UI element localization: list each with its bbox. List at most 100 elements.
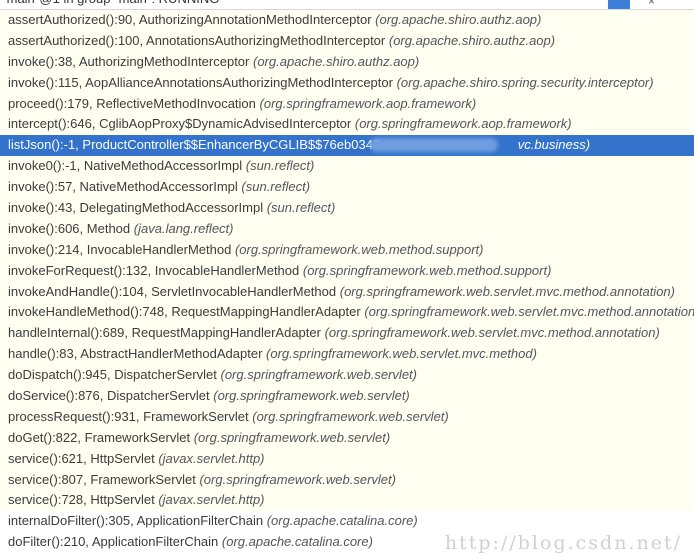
frame-package: (javax.servlet.http) <box>158 492 265 508</box>
frame-class: FrameworkServlet <box>143 408 249 424</box>
frame-method: proceed():179, <box>8 95 93 111</box>
debugger-frames-panel: "main"@1 in group "main": RUNNING × asse… <box>0 0 694 560</box>
stack-frame[interactable]: service():807, FrameworkServlet (org.spr… <box>0 469 694 491</box>
frame-method: doFilter():210, <box>8 534 89 550</box>
frame-method: invokeAndHandle():104, <box>8 283 148 299</box>
frame-class: ReflectiveMethodInvocation <box>96 95 256 111</box>
stack-frame[interactable]: doGet():822, FrameworkServlet (org.sprin… <box>0 427 694 449</box>
frame-package: (javax.servlet.http) <box>158 450 265 466</box>
frame-class: DispatcherServlet <box>107 388 210 404</box>
stack-frame[interactable]: invoke():38, AuthorizingMethodIntercepto… <box>0 51 694 73</box>
stack-frame[interactable]: doService():876, DispatcherServlet (org.… <box>0 386 694 407</box>
frame-method: invokeHandleMethod():748, <box>8 304 168 320</box>
stack-frame[interactable]: invokeForRequest():132, InvocableHandler… <box>0 260 694 282</box>
frame-method: assertAuthorized():90, <box>8 12 136 27</box>
frame-package: (org.springframework.web.servlet.mvc.met… <box>339 283 675 299</box>
stack-frame[interactable]: service():728, HttpServlet (javax.servle… <box>0 490 694 512</box>
frame-method: service():728, <box>8 492 87 508</box>
frame-method: assertAuthorized():100, <box>8 32 144 48</box>
frame-method: service():807, <box>8 471 87 487</box>
frame-class: InvocableHandlerMethod <box>86 241 232 257</box>
frame-class: AbstractHandlerMethodAdapter <box>80 346 263 362</box>
thread-selector-text: "main"@1 in group "main": RUNNING <box>2 0 219 6</box>
frame-class: DispatcherServlet <box>114 367 217 383</box>
frame-method: invoke():38, <box>8 53 76 69</box>
frame-method: invoke0():-1, <box>8 158 81 174</box>
frame-package: (org.springframework.web.servlet) <box>193 429 391 445</box>
frame-package: (org.springframework.web.servlet) <box>252 408 449 424</box>
stack-frame[interactable]: invokeAndHandle():104, ServletInvocableH… <box>0 281 694 303</box>
frame-method: invoke():115, <box>8 74 83 90</box>
frame-class: RequestMappingHandlerAdapter <box>171 304 361 320</box>
thread-selector-strip[interactable]: "main"@1 in group "main": RUNNING × <box>0 0 694 10</box>
frame-class: ProductController$$EnhancerByCGLIB$$76eb… <box>82 137 381 153</box>
frame-method: doDispatch():945, <box>8 367 111 383</box>
stack-frame[interactable]: processRequest():931, FrameworkServlet (… <box>0 406 694 428</box>
frame-method: handle():83, <box>8 346 78 362</box>
frame-class: AuthorizingMethodInterceptor <box>78 53 250 69</box>
frame-package: (org.springframework.web.servlet) <box>220 367 417 383</box>
frame-package: (org.springframework.web.servlet.mvc.met… <box>266 346 537 362</box>
frame-package: (org.springframework.web.method.support) <box>234 241 484 257</box>
frame-package: (org.springframework.aop.framework) <box>354 116 572 132</box>
stack-frame[interactable]: intercept():646, CglibAopProxy$DynamicAd… <box>0 114 694 136</box>
stack-frame[interactable]: invoke():606, Method (java.lang.reflect) <box>0 218 694 240</box>
frame-method: handleInternal():689, <box>8 325 128 341</box>
frame-class: NativeMethodAccessorImpl <box>83 158 243 174</box>
stack-frame-selected[interactable]: listJson():-1, ProductController$$Enhanc… <box>0 135 694 157</box>
frame-package: (org.springframework.web.servlet.mvc.met… <box>364 304 694 320</box>
frame-package: (sun.reflect) <box>241 179 311 195</box>
frame-class: ServletInvocableHandlerMethod <box>151 283 337 299</box>
frame-package: (org.springframework.web.servlet) <box>213 388 410 404</box>
stack-frame[interactable]: invokeHandleMethod():748, RequestMapping… <box>0 302 694 324</box>
frame-package: (org.apache.shiro.authz.aop) <box>388 32 556 48</box>
frame-package: (org.apache.shiro.spring.security.interc… <box>396 74 654 90</box>
frame-class: Method <box>86 220 131 236</box>
frame-package: (sun.reflect) <box>245 158 315 174</box>
frame-method: invoke():606, <box>8 220 84 236</box>
frame-package: (org.apache.shiro.authz.aop) <box>375 12 542 27</box>
watermark-text: http://blog.csdn.net/ <box>444 532 682 554</box>
frame-class: AnnotationsAuthorizingMethodInterceptor <box>146 32 386 48</box>
stack-frame[interactable]: invoke0():-1, NativeMethodAccessorImpl (… <box>0 156 694 178</box>
frame-class: AopAllianceAnnotationsAuthorizingMethodI… <box>85 74 393 90</box>
frame-method: intercept():646, <box>8 116 96 132</box>
stack-frame[interactable]: doDispatch():945, DispatcherServlet (org… <box>0 365 694 387</box>
thread-dropdown-button[interactable] <box>608 0 630 9</box>
frame-package: (org.springframework.aop.framework) <box>259 95 477 111</box>
stack-frame[interactable]: assertAuthorized():90, AuthorizingAnnota… <box>0 10 694 31</box>
stack-frame[interactable]: assertAuthorized():100, AnnotationsAutho… <box>0 30 694 52</box>
stack-frame[interactable]: invoke():115, AopAllianceAnnotationsAuth… <box>0 72 694 94</box>
frame-package: (org.springframework.web.servlet) <box>199 471 396 487</box>
frame-package: vc.business) <box>517 137 591 153</box>
frame-method: service():621, <box>8 450 87 466</box>
frame-class: ApplicationFilterChain <box>91 534 219 550</box>
close-icon[interactable]: × <box>648 0 655 8</box>
stack-frame[interactable]: invoke():43, DelegatingMethodAccessorImp… <box>0 198 694 219</box>
stack-frame[interactable]: invoke():57, NativeMethodAccessorImpl (s… <box>0 177 694 199</box>
redaction-blur <box>370 138 498 153</box>
stack-frame[interactable]: handleInternal():689, RequestMappingHand… <box>0 323 694 345</box>
frame-class: DelegatingMethodAccessorImpl <box>79 200 264 216</box>
frame-method: invoke():43, <box>8 200 76 216</box>
stack-frame[interactable]: internalDoFilter():305, ApplicationFilte… <box>0 511 694 533</box>
stack-frame[interactable]: proceed():179, ReflectiveMethodInvocatio… <box>0 93 694 115</box>
frame-method: doGet():822, <box>8 429 81 445</box>
frame-class: AuthorizingAnnotationMethodInterceptor <box>138 12 372 27</box>
frame-method: processRequest():931, <box>8 408 140 424</box>
frame-class: InvocableHandlerMethod <box>154 262 300 278</box>
stack-frame[interactable]: service():621, HttpServlet (javax.servle… <box>0 448 694 470</box>
frame-method: invokeForRequest():132, <box>8 262 152 278</box>
frame-package: (org.apache.catalina.core) <box>266 513 418 529</box>
frame-method: listJson():-1, <box>8 137 79 153</box>
frame-class: ApplicationFilterChain <box>136 513 264 529</box>
stack-frame[interactable]: handle():83, AbstractHandlerMethodAdapte… <box>0 344 694 366</box>
frame-method: doService():876, <box>8 388 104 404</box>
stack-frame[interactable]: invoke():214, InvocableHandlerMethod (or… <box>0 239 694 261</box>
frame-class: RequestMappingHandlerAdapter <box>131 325 321 341</box>
stack-frame-list[interactable]: assertAuthorized():90, AuthorizingAnnota… <box>0 10 694 554</box>
frame-package: (org.apache.shiro.authz.aop) <box>253 53 420 69</box>
frame-method: invoke():214, <box>8 241 84 257</box>
frame-package: (org.springframework.web.method.support) <box>302 262 552 278</box>
frame-package: (java.lang.reflect) <box>133 220 234 236</box>
